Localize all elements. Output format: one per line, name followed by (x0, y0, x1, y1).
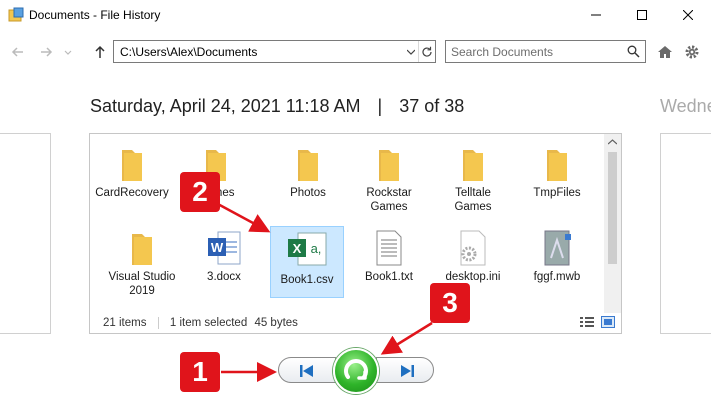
large-icons-view-icon[interactable] (601, 316, 615, 328)
restore-button[interactable] (333, 348, 379, 394)
folder-icon (298, 150, 318, 181)
selection-size: 45 bytes (254, 317, 298, 330)
file-item[interactable]: desktop.ini (436, 228, 510, 284)
previous-version-button[interactable] (278, 357, 336, 383)
back-arrow-icon[interactable] (10, 44, 26, 60)
file-item[interactable]: W 3.docx (187, 228, 261, 284)
file-history-icon (8, 7, 24, 22)
file-item-selected[interactable]: a, X Book1.csv (270, 226, 344, 298)
word-document-icon: W (208, 231, 241, 265)
next-backup-date: Wedne (660, 96, 711, 116)
search-box[interactable]: Search Documents (445, 40, 646, 63)
annotation-badge-2: 2 (180, 172, 220, 212)
text-file-icon (376, 230, 402, 266)
close-button[interactable] (665, 0, 711, 30)
file-item[interactable]: fggf.mwb (520, 228, 594, 284)
backup-date: Saturday, April 24, 2021 11:18 AM (90, 96, 361, 116)
settings-file-icon (460, 230, 486, 266)
folder-item[interactable]: TmpFiles (520, 144, 594, 200)
selection-count: 1 item selected (169, 317, 248, 330)
previous-version-panel[interactable] (0, 133, 51, 334)
header-separator: | (377, 96, 383, 116)
folder-item[interactable]: Visual Studio 2019 (105, 228, 179, 298)
folder-item[interactable]: Telltale Games (436, 144, 510, 214)
file-item[interactable]: Book1.txt (352, 228, 426, 284)
restore-icon (344, 359, 368, 380)
svg-text:X: X (293, 241, 302, 256)
backup-position: 37 of 38 (399, 96, 465, 116)
scrollbar-thumb[interactable] (608, 152, 617, 264)
file-list-panel: CardRecovery Games Photos Rockstar Games… (89, 133, 622, 334)
vertical-scrollbar[interactable] (604, 134, 621, 313)
next-version-button[interactable] (376, 357, 434, 383)
svg-text:W: W (211, 240, 224, 255)
annotation-badge-1: 1 (180, 352, 220, 392)
minimize-button[interactable] (573, 0, 619, 30)
title-bar: Documents - File History (0, 0, 711, 30)
skip-next-icon (401, 365, 414, 377)
address-bar[interactable]: C:\Users\Alex\Documents (113, 40, 436, 63)
refresh-icon[interactable] (419, 41, 435, 62)
search-placeholder: Search Documents (451, 45, 554, 59)
playback-controls (278, 348, 434, 398)
folder-icon (379, 150, 399, 181)
maximize-button[interactable] (619, 0, 665, 30)
address-dropdown-chevron-icon[interactable] (404, 41, 418, 62)
svg-text:a,: a, (311, 241, 322, 256)
scroll-up-arrow-icon[interactable] (608, 139, 617, 145)
folder-item[interactable]: Photos (271, 144, 345, 200)
folder-icon (463, 150, 483, 181)
folder-icon (122, 150, 142, 181)
forward-arrow-icon[interactable] (38, 44, 54, 60)
annotation-badge-3: 3 (430, 283, 470, 323)
status-bar: 21 items 1 item selected 45 bytes (103, 317, 298, 329)
skip-previous-icon (300, 365, 313, 377)
next-version-panel[interactable] (660, 133, 711, 334)
up-arrow-icon[interactable] (92, 44, 108, 60)
address-text: C:\Users\Alex\Documents (120, 45, 258, 59)
excel-csv-icon: a, X (288, 232, 327, 266)
folder-icon (132, 234, 152, 265)
item-count: 21 items (103, 317, 147, 330)
details-view-icon[interactable] (579, 316, 594, 328)
mysql-workbench-file-icon (544, 230, 571, 266)
home-icon[interactable] (657, 44, 673, 60)
view-toggle (579, 316, 615, 331)
search-icon (627, 45, 640, 58)
gear-icon[interactable] (684, 44, 700, 60)
folder-item[interactable]: Rockstar Games (352, 144, 426, 214)
folder-icon (547, 150, 567, 181)
status-separator (157, 317, 159, 329)
window-title: Documents - File History (29, 8, 161, 22)
backup-date-header: Saturday, April 24, 2021 11:18 AM | 37 o… (90, 96, 464, 117)
recent-locations-chevron-icon[interactable] (62, 44, 74, 60)
folder-item[interactable]: CardRecovery (95, 144, 169, 200)
